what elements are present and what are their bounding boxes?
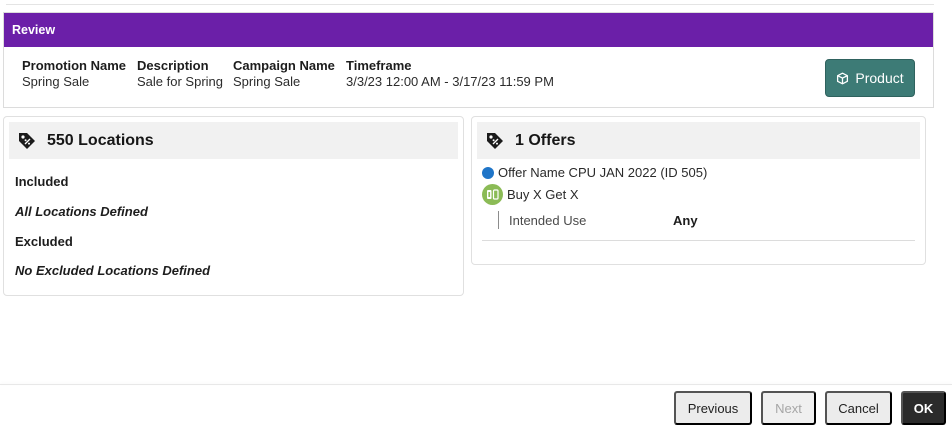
timeframe-label: Timeframe — [346, 58, 412, 73]
included-label: Included — [15, 174, 69, 189]
cancel-button[interactable]: Cancel — [825, 391, 892, 425]
locations-title: 550 Locations — [47, 131, 154, 149]
locations-panel: 550 Locations Included All Locations Def… — [3, 116, 464, 296]
next-button[interactable]: Next — [761, 391, 816, 425]
price-tag-icon — [19, 132, 35, 149]
description-field: Description Sale for Spring — [137, 58, 223, 90]
offers-panel: 1 Offers Offer Name CPU JAN 2022 (ID 505… — [471, 116, 926, 265]
intended-use-label: Intended Use — [509, 212, 587, 228]
excluded-value: No Excluded Locations Defined — [15, 263, 211, 278]
promotion-name-value: Spring Sale — [22, 74, 90, 89]
review-header: Review — [4, 13, 933, 47]
footer-divider — [0, 384, 952, 385]
timeframe-value: 3/3/23 12:00 AM - 3/17/23 11:59 PM — [346, 74, 554, 89]
top-divider — [6, 4, 934, 5]
product-button-label: Product — [855, 70, 904, 86]
campaign-name-field: Campaign Name Spring Sale — [233, 58, 335, 90]
intended-use-value: Any — [673, 212, 698, 228]
buy-x-get-x-icon — [482, 184, 503, 205]
offer-type-row: Buy X Get X — [482, 184, 579, 205]
timeframe-field: Timeframe 3/3/23 12:00 AM - 3/17/23 11:5… — [346, 58, 554, 90]
offers-panel-header: 1 Offers — [477, 122, 920, 159]
promotion-name-label: Promotion Name — [22, 58, 127, 73]
offer-type: Buy X Get X — [507, 187, 579, 202]
campaign-name-label: Campaign Name — [233, 58, 335, 73]
product-button[interactable]: Product — [825, 59, 915, 97]
status-dot-icon — [482, 166, 494, 179]
promotion-name-field: Promotion Name Spring Sale — [22, 58, 126, 90]
review-body: Promotion Name Spring Sale Description S… — [4, 47, 933, 107]
campaign-name-value: Spring Sale — [233, 74, 301, 89]
offer-divider — [482, 240, 915, 241]
description-value: Sale for Spring — [137, 74, 223, 89]
review-card: Review Promotion Name Spring Sale Descri… — [3, 12, 934, 108]
excluded-label: Excluded — [15, 234, 73, 249]
description-label: Description — [137, 58, 209, 73]
ok-button[interactable]: OK — [901, 391, 946, 425]
cube-icon — [837, 72, 849, 84]
offers-title: 1 Offers — [515, 131, 576, 149]
price-tag-icon — [487, 132, 503, 149]
locations-panel-header: 550 Locations — [9, 122, 458, 159]
offer-name: Offer Name CPU JAN 2022 (ID 505) — [498, 165, 708, 180]
included-value: All Locations Defined — [15, 204, 148, 219]
intended-use-row: Intended Use Any — [498, 211, 698, 229]
previous-button[interactable]: Previous — [674, 391, 752, 425]
offer-name-row: Offer Name CPU JAN 2022 (ID 505) — [482, 165, 707, 180]
